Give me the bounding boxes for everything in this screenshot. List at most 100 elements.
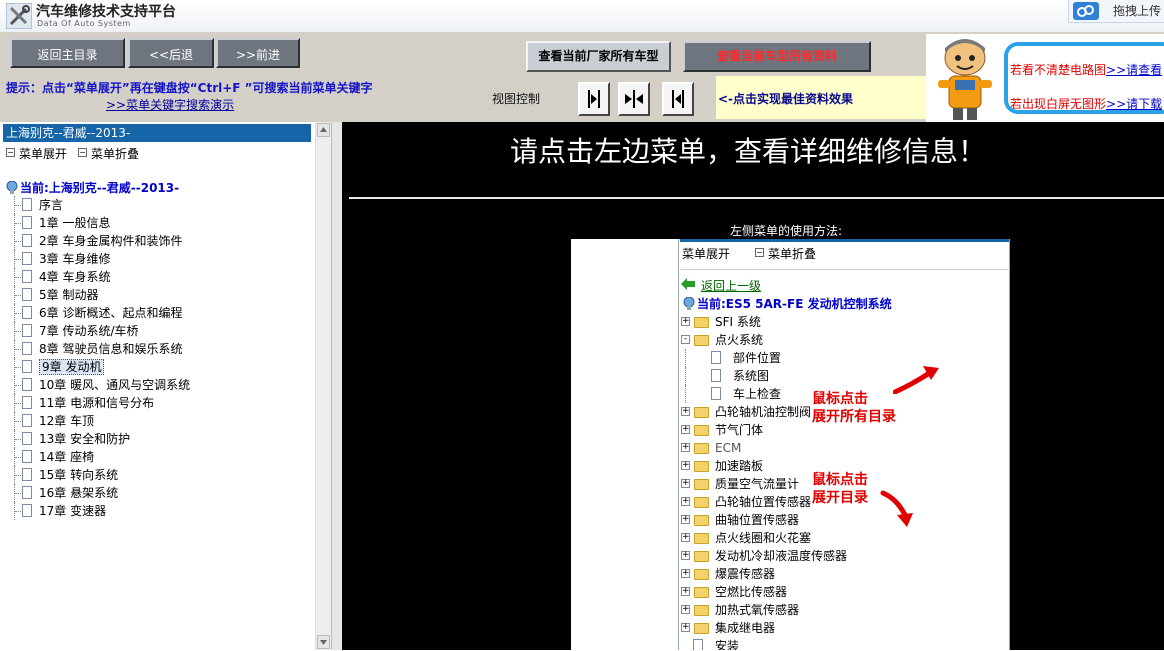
left-scrollbar[interactable] [315, 122, 331, 650]
demo-separator [678, 239, 679, 650]
usage-title: 左侧菜单的使用方法: [730, 224, 843, 238]
tree-item[interactable]: 8章 驾驶员信息和娱乐系统 [10, 340, 310, 358]
demo-tree-item-label: 加速踏板 [715, 459, 764, 473]
expand-all-button[interactable]: 菜单展开 [6, 145, 67, 162]
collapse-toggle-icon: - [681, 335, 690, 344]
circuit-help-link[interactable]: >>请查看 [1106, 63, 1162, 77]
demo-tree-item-label: 集成继电器 [715, 621, 776, 635]
demo-collapse-box-icon [755, 248, 764, 257]
tree-item[interactable]: 10章 暖风、通风与空调系统 [10, 376, 310, 394]
document-icon [22, 252, 32, 265]
expand-toggle-icon: + [681, 496, 690, 506]
annotation-line: 鼠标点击 [812, 472, 868, 488]
tree-item[interactable]: 14章 座椅 [10, 448, 310, 466]
tree-item-label: 2章 车身金属构件和装饰件 [39, 234, 183, 248]
document-icon [22, 342, 32, 355]
folder-icon [694, 569, 709, 580]
app-subtitle: Data Of Auto System [37, 19, 131, 28]
demo-expand-all: 菜单展开 [682, 247, 731, 261]
document-icon [22, 432, 32, 445]
back-button[interactable]: <<后退 [128, 38, 214, 68]
demo-current-label: 当前:ES5 5AR-FE 发动机控制系统 [697, 297, 892, 311]
tree-header: 上海别克--君威--2013- [3, 124, 311, 142]
view-right-button[interactable] [662, 82, 694, 116]
content-left-gutter [332, 122, 342, 650]
demo-tree-item: + 空燃比传感器 [681, 583, 1010, 601]
scroll-up-icon [320, 127, 327, 132]
expand-right-icon [588, 90, 600, 108]
expand-toggle-icon: + [681, 586, 690, 596]
tree-item[interactable]: 2章 车身金属构件和装饰件 [10, 232, 310, 250]
demo-tree-item: + SFI 系统 [681, 313, 1010, 331]
demo-tree-item: - 点火系统 [681, 331, 1010, 349]
blank-screen-help-text: 若出现白屏无图形 [1010, 97, 1107, 111]
search-demo-link[interactable]: >>菜单关键字搜索演示 [106, 96, 234, 113]
folder-icon [694, 605, 709, 616]
demo-tree-item: 系统图 [681, 367, 1010, 385]
view-left-button[interactable] [578, 82, 610, 116]
document-icon [22, 216, 32, 229]
folder-icon [694, 461, 709, 472]
tree-item[interactable]: 序言 [10, 196, 310, 214]
tree-item[interactable]: 15章 转向系统 [10, 466, 310, 484]
collapse-all-button[interactable]: 菜单折叠 [78, 145, 139, 162]
upload-button[interactable]: 拖拽上传 [1068, 0, 1164, 23]
forward-button[interactable]: >>前进 [216, 38, 300, 68]
annotation-line: 鼠标点击 [812, 391, 868, 407]
search-hint: 提示：点击“菜单展开”再在键盘按“Ctrl+F ”可搜索当前菜单关键字 [6, 81, 373, 95]
back-to-main-button[interactable]: 返回主目录 [10, 38, 125, 68]
tree-item-label: 序言 [39, 198, 64, 212]
tree-item[interactable]: 16章 悬架系统 [10, 484, 310, 502]
tree-item[interactable]: 13章 安全和防护 [10, 430, 310, 448]
demo-tree-item: 安装 [681, 637, 1010, 650]
tree-item[interactable]: 7章 传动系统/车桥 [10, 322, 310, 340]
heading-divider [349, 197, 1164, 199]
tree-item-label: 15章 转向系统 [39, 468, 119, 482]
folder-icon [694, 407, 709, 418]
expand-toggle-icon: + [681, 442, 690, 452]
tree-item[interactable]: 17章 变速器 [10, 502, 310, 520]
tree-item[interactable]: 9章 发动机 [10, 358, 310, 376]
view-all-docs-button[interactable]: 查看当前车型所有资料 [683, 41, 871, 72]
app-title: 汽车维修技术支持平台 [36, 4, 176, 20]
tree-connector [685, 349, 686, 367]
tree-item[interactable]: 11章 电源和信号分布 [10, 394, 310, 412]
scroll-up-arrow[interactable] [317, 123, 330, 137]
demo-tree-item-label: 加热式氧传感器 [715, 603, 800, 617]
folder-icon [694, 623, 709, 634]
document-icon [22, 288, 32, 301]
folder-icon [694, 533, 709, 544]
download-link[interactable]: >>请下载 [1106, 97, 1162, 111]
tree-item[interactable]: 5章 制动器 [10, 286, 310, 304]
expand-all-label: 菜单展开 [19, 147, 68, 161]
folder-icon [694, 425, 709, 436]
demo-tree-item: + 加热式氧传感器 [681, 601, 1010, 619]
content-panel: 请点击左边菜单，查看详细维修信息！ 左侧菜单的使用方法: 菜单展开 菜单折叠 返… [332, 122, 1164, 650]
view-center-button[interactable] [618, 82, 650, 116]
scroll-down-arrow[interactable] [317, 635, 330, 649]
demo-tree-item-label: 空燃比传感器 [715, 585, 788, 599]
demo-tree-item-label: 安装 [715, 639, 740, 650]
wrench-screwdriver-logo-icon [6, 3, 32, 29]
expand-box-icon [6, 148, 15, 157]
demo-tree-item-label: 点火线圈和火花塞 [715, 531, 812, 545]
tree-item-label: 8章 驾驶员信息和娱乐系统 [39, 342, 183, 356]
tree-item-label: 4章 车身系统 [39, 270, 111, 284]
folder-icon [694, 317, 709, 328]
demo-tree-item: + 曲轴位置传感器 [681, 511, 1010, 529]
document-icon [22, 324, 32, 337]
tree-item[interactable]: 12章 车顶 [10, 412, 310, 430]
demo-tree-item-label: 节气门体 [715, 423, 764, 437]
view-all-models-button[interactable]: 查看当前厂家所有车型 [526, 41, 671, 72]
expand-toggle-icon: + [681, 514, 690, 524]
expand-toggle-icon: + [681, 532, 690, 542]
best-effect-label: <-点击实现最佳资料效果 [718, 92, 854, 106]
tree-item[interactable]: 4章 车身系统 [10, 268, 310, 286]
tree-item[interactable]: 6章 诊断概述、起点和编程 [10, 304, 310, 322]
globe-node-icon [6, 180, 18, 194]
document-icon [22, 306, 32, 319]
best-effect-note: <-点击实现最佳资料效果 [716, 76, 926, 119]
tree-item[interactable]: 1章 一般信息 [10, 214, 310, 232]
expand-toggle-icon: + [681, 604, 690, 614]
tree-item[interactable]: 3章 车身维修 [10, 250, 310, 268]
